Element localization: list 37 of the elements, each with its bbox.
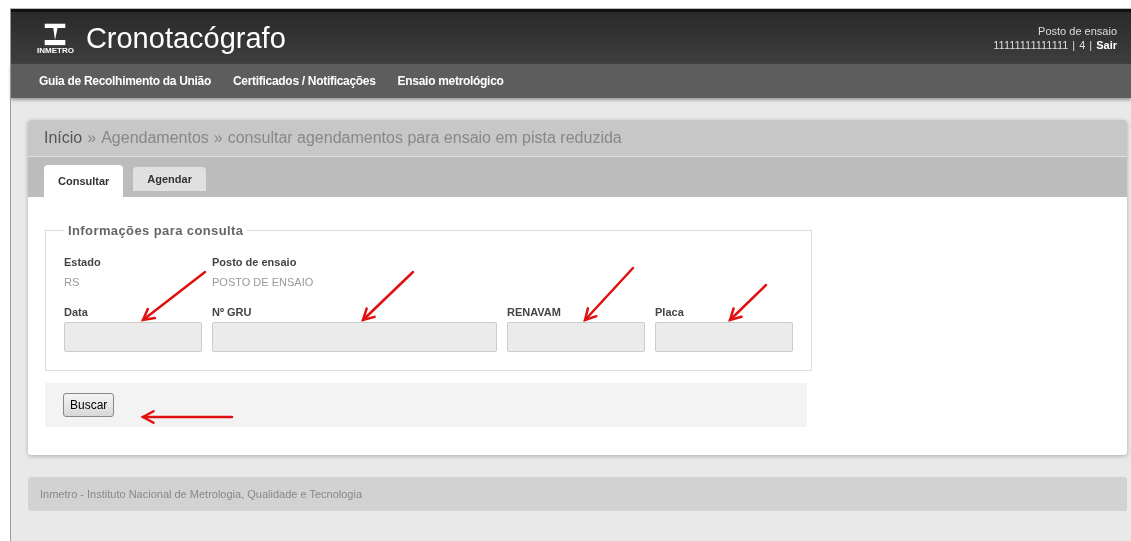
footer-text: Inmetro - Instituto Nacional de Metrologia, Qualidade e Tecnologia (40, 488, 363, 500)
field-value: POSTO DE ENSAIO (212, 275, 314, 290)
search-button[interactable]: Buscar (63, 393, 115, 417)
logo-text: INMETRO (37, 45, 74, 55)
tab[interactable]: Consultar (44, 165, 124, 197)
field-label: Estado (64, 255, 101, 268)
user-label: Posto de ensaio (1038, 24, 1117, 38)
field-label: Nº GRU (212, 305, 252, 318)
group-legend: Informações para consulta (64, 223, 248, 238)
field-value: RS (64, 275, 80, 290)
nav-item[interactable]: Certificados / Notificações (233, 74, 376, 88)
user-number: 4 (1079, 38, 1086, 52)
field-label: RENAVAM (507, 305, 561, 318)
separator: | (1072, 38, 1076, 52)
field-label: Placa (655, 305, 684, 318)
nav-item[interactable]: Ensaio metrológico (397, 74, 504, 88)
input-field[interactable] (64, 322, 202, 352)
separator: | (1089, 38, 1093, 52)
field-label: Data (64, 305, 88, 318)
arrow (140, 270, 207, 322)
input-field[interactable] (212, 322, 497, 352)
breadcrumb-item: Agendamentos (101, 129, 209, 147)
input-field[interactable] (507, 322, 645, 352)
input-field[interactable] (655, 322, 793, 352)
tab[interactable]: Agendar (133, 167, 206, 191)
breadcrumb-separator: » (213, 129, 223, 147)
field-label: Posto de ensaio (212, 255, 297, 268)
user-id: 11111111111111 (993, 38, 1069, 52)
logout-link[interactable]: Sair (1096, 38, 1117, 52)
arrow (583, 266, 635, 322)
arrow (728, 283, 768, 322)
breadcrumb-separator: » (87, 129, 97, 147)
breadcrumb-link[interactable]: Início (44, 129, 83, 147)
nav-item[interactable]: Guia de Recolhimento da União (39, 74, 211, 88)
breadcrumb-item: consultar agendamentos para ensaio em pista reduzida (227, 129, 622, 147)
arrow (361, 270, 415, 322)
app-title: Cronotacógrafo (85, 21, 286, 55)
